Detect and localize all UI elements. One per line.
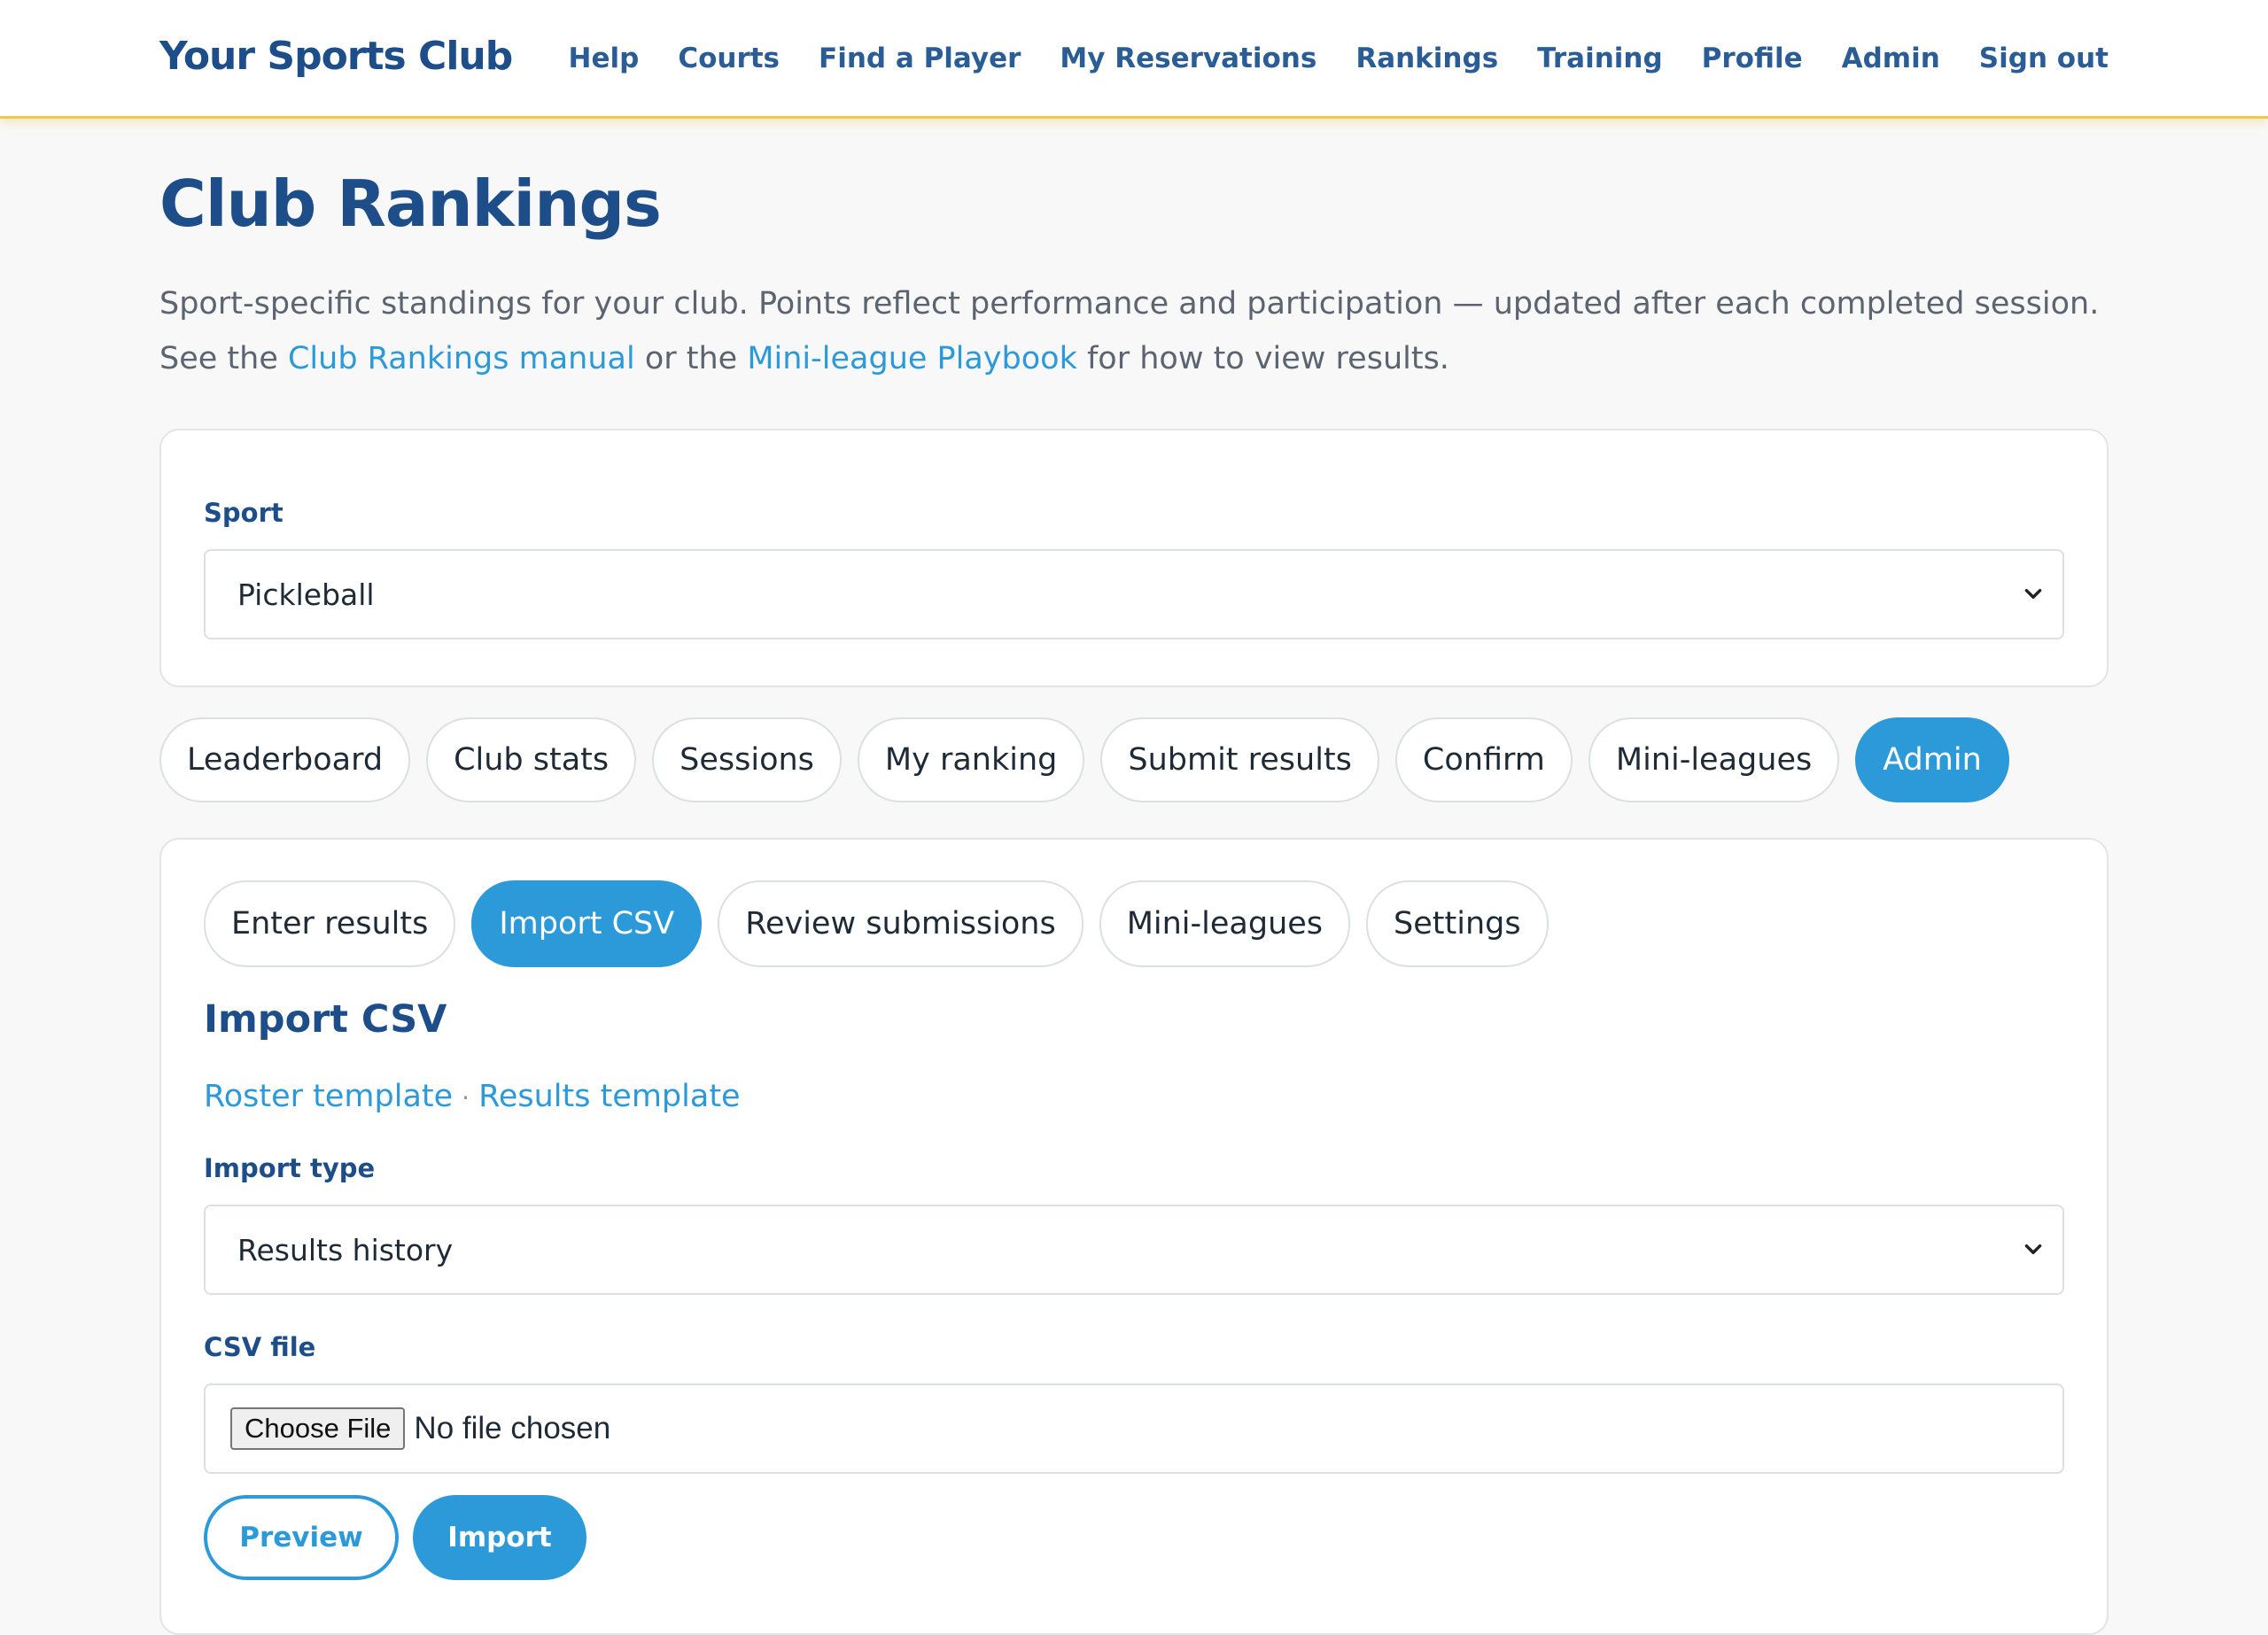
tab-leaderboard[interactable]: Leaderboard [159,717,411,802]
brand-logo[interactable]: Your Sports Club [159,34,513,79]
preview-button[interactable]: Preview [204,1495,399,1580]
subtab-enter-results[interactable]: Enter results [204,880,456,967]
csv-file-label: CSV file [204,1332,316,1362]
admin-card: Enter results Import CSV Review submissi… [159,838,2109,1635]
mini-league-playbook-link[interactable]: Mini-league Playbook [747,341,1077,376]
results-template-link[interactable]: Results template [478,1079,741,1114]
sport-card: Sport Pickleball [159,429,2109,687]
ranking-tabs: Leaderboard Club stats Sessions My ranki… [159,717,2109,802]
intro-text: Sport-specific standings for your club. … [159,276,2109,386]
tab-admin[interactable]: Admin [1855,717,2009,802]
import-actions: Preview Import [204,1495,2064,1580]
sport-label: Sport [204,498,284,528]
csv-file-input[interactable]: Choose File No file chosen [204,1383,2064,1474]
subtab-settings[interactable]: Settings [1366,880,1549,967]
subtab-review-submissions[interactable]: Review submissions [718,880,1084,967]
file-status: No file chosen [414,1411,611,1445]
tab-my-ranking[interactable]: My ranking [857,717,1085,802]
template-separator: · [462,1083,470,1112]
nav-profile[interactable]: Profile [1702,43,1803,74]
roster-template-link[interactable]: Roster template [204,1079,453,1114]
nav-rankings[interactable]: Rankings [1355,43,1498,74]
nav-find-a-player[interactable]: Find a Player [819,43,1021,74]
subtab-import-csv[interactable]: Import CSV [471,880,703,967]
sport-select-value: Pickleball [237,577,375,612]
chevron-down-icon [2024,1244,2042,1254]
import-type-select[interactable]: Results history [204,1205,2064,1295]
admin-subtabs: Enter results Import CSV Review submissi… [204,880,2064,967]
tab-confirm[interactable]: Confirm [1394,717,1573,802]
chevron-down-icon [2024,588,2042,599]
tab-mini-leagues[interactable]: Mini-leagues [1588,717,1840,802]
tab-club-stats[interactable]: Club stats [426,717,637,802]
nav-courts[interactable]: Courts [678,43,780,74]
import-type-value: Results history [237,1232,454,1267]
choose-file-button[interactable]: Choose File [230,1407,406,1450]
nav-sign-out[interactable]: Sign out [1979,43,2109,74]
top-navbar: Your Sports Club Help Courts Find a Play… [0,0,2268,119]
subtab-mini-leagues[interactable]: Mini-leagues [1099,880,1351,967]
intro-text-part: or the [634,341,748,376]
page-title: Club Rankings [159,167,662,241]
intro-text-part: for how to view results. [1076,341,1449,376]
club-rankings-manual-link[interactable]: Club Rankings manual [288,341,635,376]
tab-sessions[interactable]: Sessions [652,717,842,802]
import-button[interactable]: Import [413,1495,586,1580]
main-nav: Help Courts Find a Player My Reservation… [530,43,2109,74]
nav-admin[interactable]: Admin [1842,43,1940,74]
main-content: Club Rankings Sport-specific standings f… [159,119,2109,1635]
template-links: Roster template · Results template [204,1079,2064,1114]
nav-my-reservations[interactable]: My Reservations [1060,43,1317,74]
section-title: Import CSV [204,997,447,1042]
nav-help[interactable]: Help [569,43,640,74]
nav-training[interactable]: Training [1537,43,1663,74]
import-type-label: Import type [204,1153,376,1183]
sport-select[interactable]: Pickleball [204,549,2064,639]
tab-submit-results[interactable]: Submit results [1100,717,1379,802]
